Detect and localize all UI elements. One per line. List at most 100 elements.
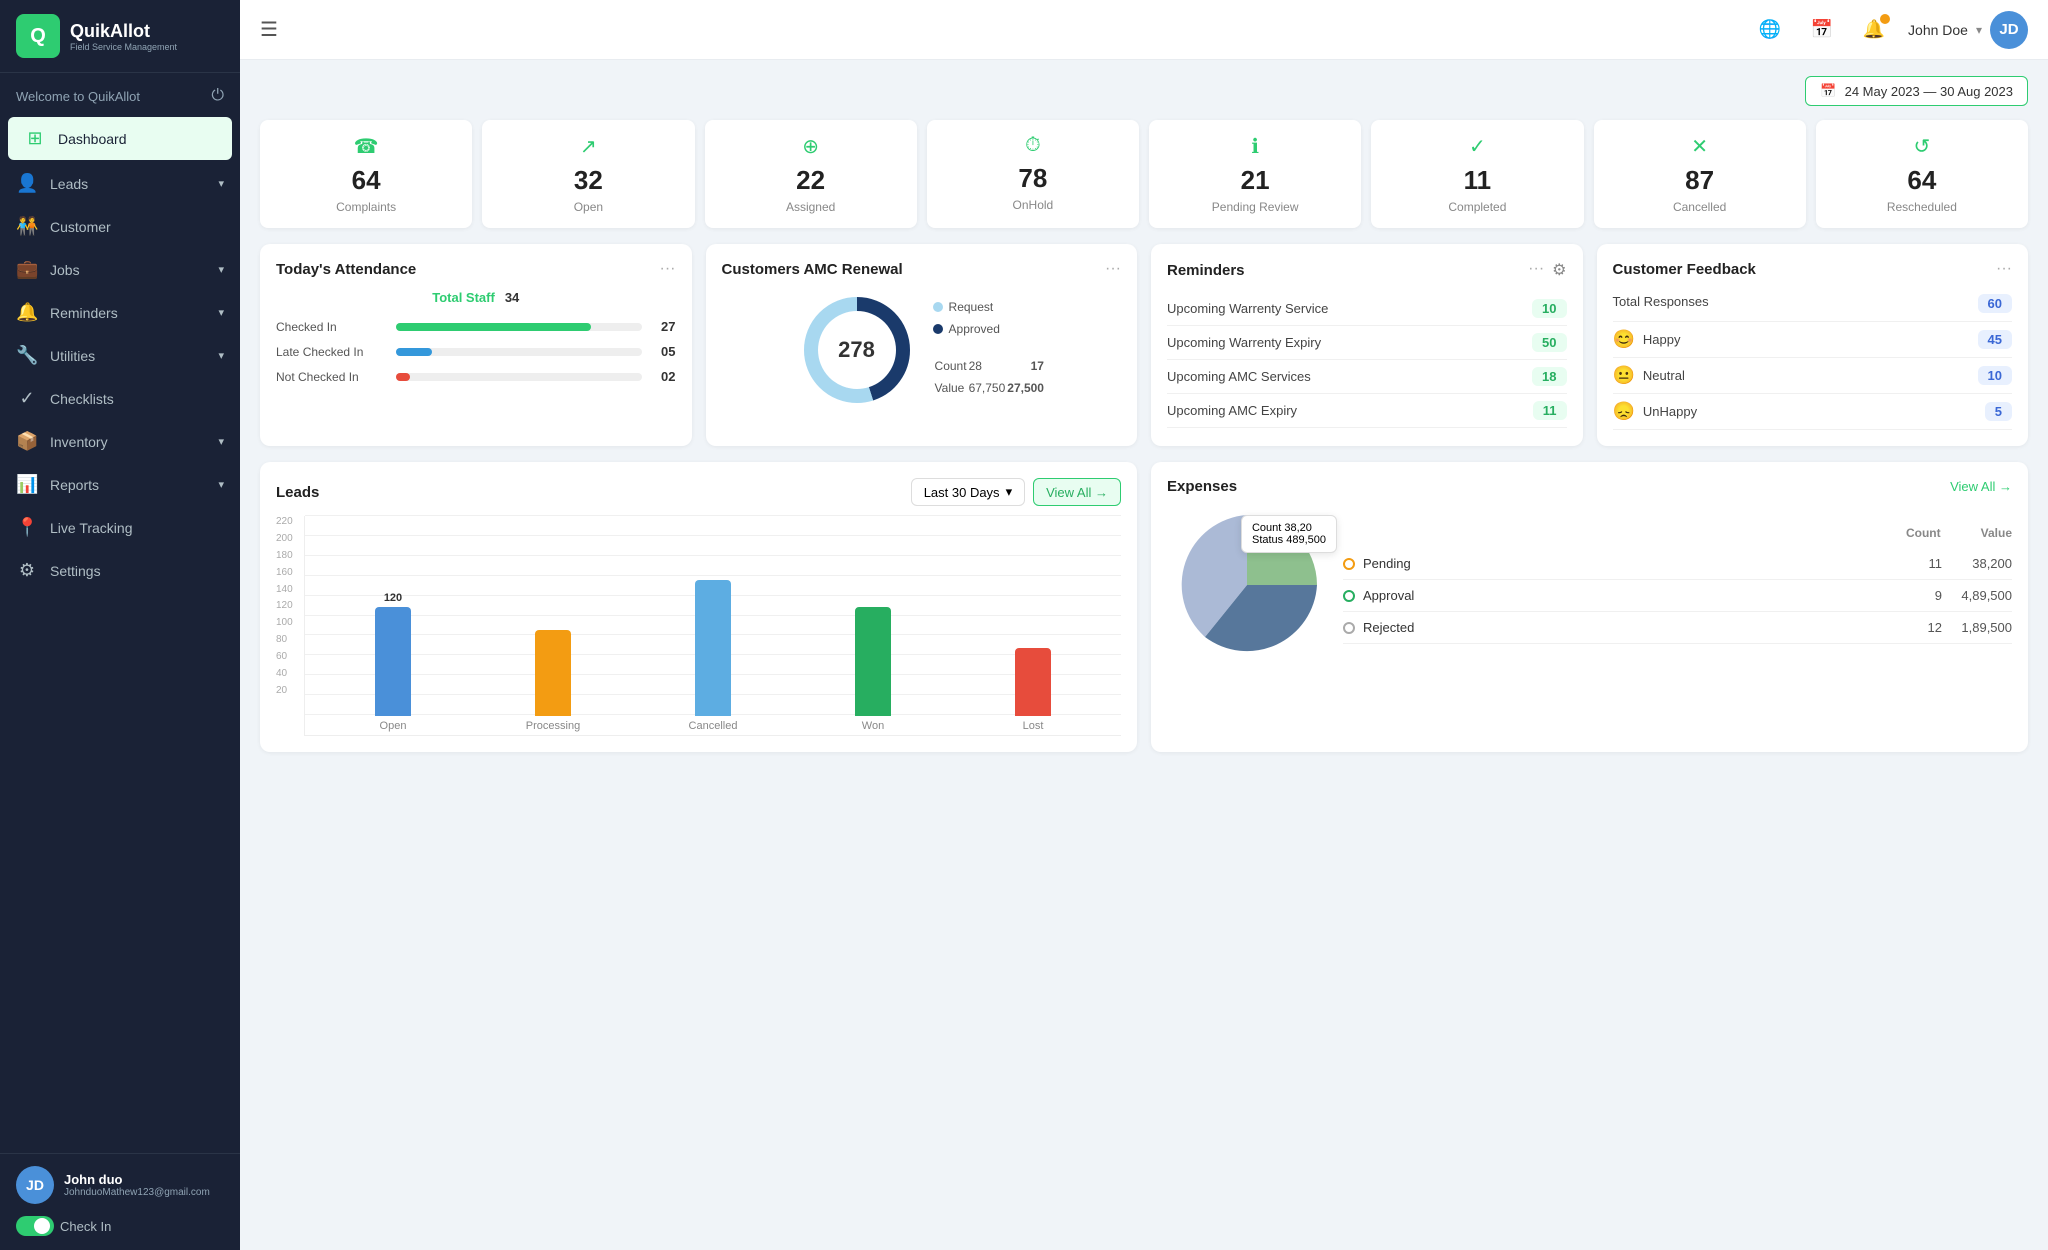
leads-chart-header: Leads Last 30 Days ▾ View All → [276, 478, 1121, 506]
attendance-header: Today's Attendance ··· [276, 260, 676, 278]
stat-icon-cancelled: ✕ [1604, 134, 1796, 159]
bar-group-won[interactable] [801, 516, 945, 716]
stat-card-rescheduled[interactable]: ↺ 64 Rescheduled [1816, 120, 2028, 228]
feedback-menu[interactable]: ··· [1996, 260, 2012, 278]
date-range-badge[interactable]: 📅 24 May 2023 — 30 Aug 2023 [1805, 76, 2028, 106]
bar-won[interactable] [855, 607, 891, 716]
topbar-user-name: John Doe [1908, 22, 1968, 38]
reminder-item[interactable]: Upcoming AMC Services 18 [1167, 360, 1567, 394]
bar-label-won: Won [801, 720, 945, 732]
sidebar-item-reminders[interactable]: 🔔 Reminders ▾ [0, 291, 240, 334]
bar-group-processing[interactable] [481, 516, 625, 716]
stat-label-pending-review: Pending Review [1159, 200, 1351, 214]
tooltip-status: Status 489,500 [1252, 534, 1326, 546]
sidebar-item-live-tracking[interactable]: 📍 Live Tracking [0, 506, 240, 549]
exp-count-pending: 11 [1892, 556, 1942, 571]
total-staff-row: Total Staff 34 [276, 290, 676, 305]
translate-icon[interactable]: 🌐 [1752, 12, 1788, 48]
stat-icon-completed: ✓ [1381, 134, 1573, 159]
stat-label-open: Open [492, 200, 684, 214]
sidebar-item-jobs[interactable]: 💼 Jobs ▾ [0, 248, 240, 291]
attendance-menu[interactable]: ··· [660, 260, 676, 278]
reminder-badge: 50 [1532, 333, 1566, 352]
sidebar-user-name: John duo [64, 1172, 224, 1187]
date-range-text: 24 May 2023 — 30 Aug 2023 [1845, 84, 2013, 99]
stat-card-assigned[interactable]: ⊕ 22 Assigned [705, 120, 917, 228]
feedback-label: Happy [1643, 332, 1681, 347]
reminders-gear-icon[interactable]: ⚙ [1552, 260, 1566, 280]
menu-icon[interactable]: ☰ [260, 17, 278, 42]
notification-icon[interactable]: 🔔 [1856, 12, 1892, 48]
notification-badge [1880, 14, 1890, 24]
sidebar-item-utilities[interactable]: 🔧 Utilities ▾ [0, 334, 240, 377]
check-in-toggle-area[interactable]: Check In [0, 1216, 240, 1250]
stat-card-cancelled[interactable]: ✕ 87 Cancelled [1594, 120, 1806, 228]
expenses-pie: Count 38,20 Status 489,500 [1167, 505, 1327, 665]
nav-label-utilities: Utilities [50, 348, 95, 364]
leads-filter-btn[interactable]: Last 30 Days ▾ [911, 478, 1025, 506]
expenses-view-all[interactable]: View All → [1950, 479, 2012, 494]
calendar-icon[interactable]: 📅 [1804, 12, 1840, 48]
sidebar-item-dashboard[interactable]: ⊞ Dashboard [8, 117, 232, 160]
exp-dot-approval [1343, 590, 1355, 602]
reminder-item[interactable]: Upcoming Warrenty Expiry 50 [1167, 326, 1567, 360]
sidebar-item-inventory[interactable]: 📦 Inventory ▾ [0, 420, 240, 463]
reminders-menu[interactable]: ··· [1528, 260, 1544, 280]
bar-lost[interactable] [1015, 648, 1051, 716]
stat-number-completed: 11 [1381, 165, 1573, 196]
feedback-item-left: 😞 UnHappy [1613, 401, 1698, 422]
reminders-actions: ··· ⚙ [1528, 260, 1566, 280]
att-label: Not Checked In [276, 370, 386, 384]
nav-arrow-reminders: ▾ [218, 306, 224, 319]
att-label: Late Checked In [276, 345, 386, 359]
sidebar-item-customer[interactable]: 🧑‍🤝‍🧑 Customer [0, 205, 240, 248]
stat-card-pending-review[interactable]: ℹ 21 Pending Review [1149, 120, 1361, 228]
amc-card: Customers AMC Renewal ··· 278 [706, 244, 1138, 446]
att-bar [396, 323, 591, 331]
stats-row: ☎ 64 Complaints ↗ 32 Open ⊕ 22 Assigned … [260, 120, 2028, 228]
y-axis-label: 220 [276, 516, 304, 527]
reminder-item[interactable]: Upcoming AMC Expiry 11 [1167, 394, 1567, 428]
nav-arrow-leads: ▾ [218, 177, 224, 190]
check-in-toggle[interactable] [16, 1216, 54, 1236]
topbar-avatar[interactable]: JD [1990, 11, 2028, 49]
sidebar-item-checklists[interactable]: ✓ Checklists [0, 377, 240, 420]
logo-icon: Q [16, 14, 60, 58]
bars-labels: OpenProcessingCancelledWonLost [305, 720, 1121, 732]
user-profile-area: JD John duo JohnduoMathew123@gmail.com [0, 1153, 240, 1216]
amc-donut-area: 278 Request Approved Cou [722, 290, 1122, 410]
reminder-label: Upcoming Warrenty Service [1167, 301, 1328, 316]
amc-count-label: Count [935, 356, 967, 376]
topbar-user[interactable]: John Doe ▾ JD [1908, 11, 2028, 49]
stat-card-complaints[interactable]: ☎ 64 Complaints [260, 120, 472, 228]
amc-count-request: 28 [969, 356, 1006, 376]
sidebar-item-reports[interactable]: 📊 Reports ▾ [0, 463, 240, 506]
exp-value-rejected: 1,89,500 [1942, 620, 2012, 635]
logo-area: Q QuikAllot Field Service Management [0, 0, 240, 73]
main-area: ☰ 🌐 📅 🔔 John Doe ▾ JD 📅 24 May 2023 — 30… [240, 0, 2048, 1250]
bar-cancelled[interactable] [695, 580, 731, 716]
feedback-item-unhappy: 😞 UnHappy 5 [1613, 394, 2013, 430]
bar-group-open[interactable]: 120 [321, 516, 465, 716]
amc-menu[interactable]: ··· [1105, 260, 1121, 278]
stat-card-onhold[interactable]: ⏱ 78 OnHold [927, 120, 1139, 228]
stat-card-open[interactable]: ↗ 32 Open [482, 120, 694, 228]
y-axis: 20406080100120140160180200220 [276, 516, 304, 716]
stat-number-onhold: 78 [937, 163, 1129, 194]
reminder-badge: 10 [1532, 299, 1566, 318]
sidebar-item-leads[interactable]: 👤 Leads ▾ [0, 162, 240, 205]
reminder-label: Upcoming Warrenty Expiry [1167, 335, 1321, 350]
bar-group-lost[interactable] [961, 516, 1105, 716]
stat-icon-pending-review: ℹ [1159, 134, 1351, 159]
leads-view-all-btn[interactable]: View All → [1033, 478, 1121, 506]
stat-card-completed[interactable]: ✓ 11 Completed [1371, 120, 1583, 228]
power-icon[interactable]: ⏻ [211, 87, 224, 105]
att-bar-wrap [396, 348, 642, 356]
bar-label-lost: Lost [961, 720, 1105, 732]
bar-processing[interactable] [535, 630, 571, 716]
sidebar-item-settings[interactable]: ⚙ Settings [0, 549, 240, 592]
amc-count-approved: 17 [1007, 356, 1044, 376]
reminder-item[interactable]: Upcoming Warrenty Service 10 [1167, 292, 1567, 326]
bar-open[interactable] [375, 607, 411, 716]
bar-group-cancelled[interactable] [641, 516, 785, 716]
